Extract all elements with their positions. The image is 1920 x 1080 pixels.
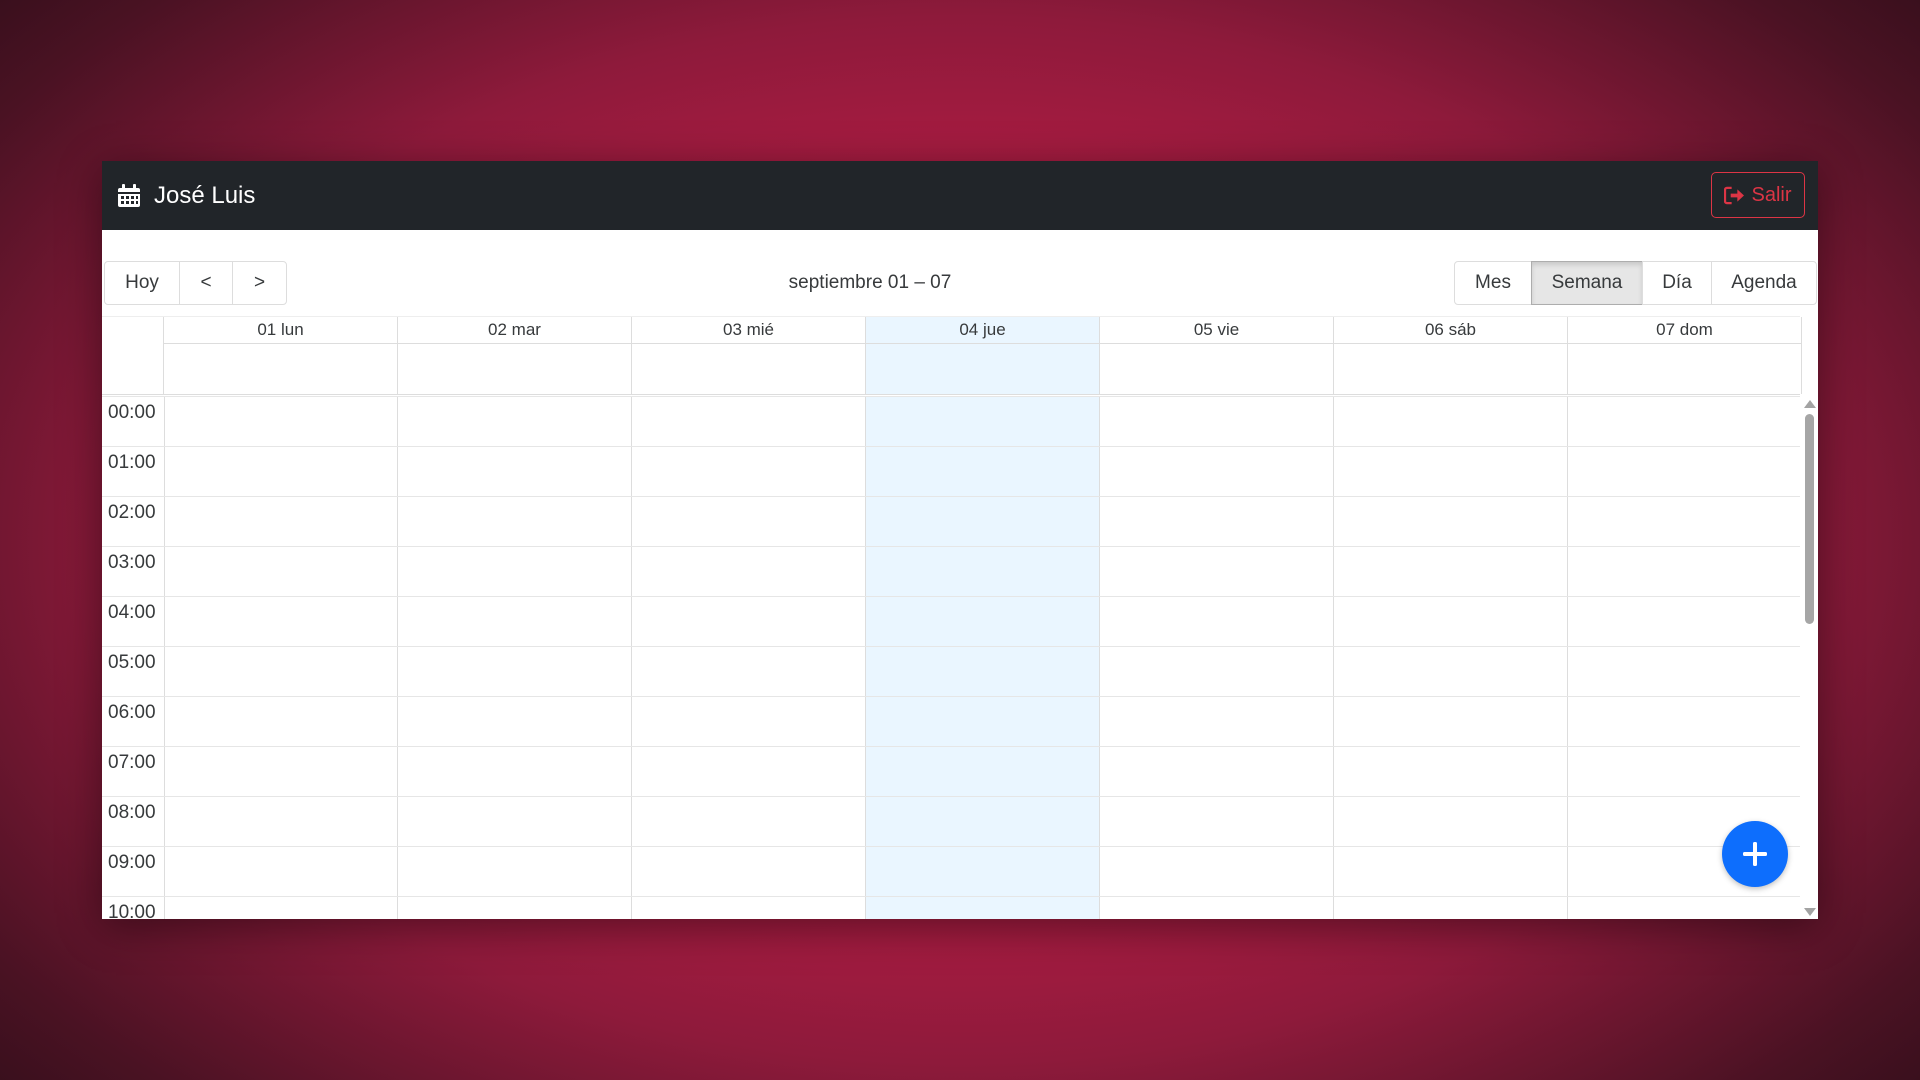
day-header-label: 05 vie xyxy=(1100,317,1333,344)
sign-out-icon xyxy=(1724,186,1745,204)
time-gutter-header xyxy=(102,317,164,394)
day-header-label: 07 dom xyxy=(1568,317,1801,344)
view-week-button[interactable]: Semana xyxy=(1531,261,1643,305)
day-header[interactable]: 05 vie xyxy=(1100,317,1334,394)
day-header-today[interactable]: 04 jue xyxy=(866,317,1100,394)
day-header[interactable]: 06 sáb xyxy=(1334,317,1568,394)
time-slot-row: 01:00 xyxy=(102,446,1800,496)
scrollbar-thumb[interactable] xyxy=(1805,414,1814,624)
view-agenda-button[interactable]: Agenda xyxy=(1711,261,1817,305)
navigation-buttons: Hoy < > xyxy=(104,261,287,305)
time-slot-row: 00:00 xyxy=(102,396,1800,446)
time-label: 01:00 xyxy=(108,452,156,473)
time-slot-row: 06:00 xyxy=(102,696,1800,746)
time-slot-row: 03:00 xyxy=(102,546,1800,596)
time-label: 02:00 xyxy=(108,502,156,523)
view-day-button[interactable]: Día xyxy=(1642,261,1712,305)
next-button[interactable]: > xyxy=(232,261,287,305)
time-label: 09:00 xyxy=(108,852,156,873)
time-grid: 00:00 01:00 02:00 03:00 04:00 05:00 06:0… xyxy=(102,396,1800,919)
time-slot-row: 07:00 xyxy=(102,746,1800,796)
day-header-label: 02 mar xyxy=(398,317,631,344)
time-slot-row: 09:00 xyxy=(102,846,1800,896)
day-header[interactable]: 03 mié xyxy=(632,317,866,394)
view-month-button[interactable]: Mes xyxy=(1454,261,1532,305)
day-header[interactable]: 01 lun xyxy=(164,317,398,394)
calendar-icon xyxy=(116,183,142,209)
vertical-scrollbar[interactable] xyxy=(1800,396,1818,919)
date-range-label: septiembre 01 – 07 xyxy=(788,272,952,293)
day-header[interactable]: 02 mar xyxy=(398,317,632,394)
scroll-up-arrow-icon[interactable] xyxy=(1804,400,1816,408)
logout-label: Salir xyxy=(1751,183,1792,206)
week-header: 01 lun 02 mar 03 mié 04 jue 05 vie 06 sá… xyxy=(102,316,1802,395)
prev-button[interactable]: < xyxy=(179,261,233,305)
scroll-down-arrow-icon[interactable] xyxy=(1804,908,1816,916)
time-slot-row: 02:00 xyxy=(102,496,1800,546)
time-label: 08:00 xyxy=(108,802,156,823)
time-label: 07:00 xyxy=(108,752,156,773)
day-header-label: 03 mié xyxy=(632,317,865,344)
view-switcher: Mes Semana Día Agenda xyxy=(1454,261,1817,305)
time-label: 10:00 xyxy=(108,902,156,919)
day-header[interactable]: 07 dom xyxy=(1568,317,1802,394)
user-name: José Luis xyxy=(154,181,256,209)
time-slot-row: 05:00 xyxy=(102,646,1800,696)
navbar: José Luis Salir xyxy=(102,161,1818,230)
calendar-app: José Luis Salir septiembre 01 – 07 Hoy <… xyxy=(102,161,1818,919)
time-slot-row: 04:00 xyxy=(102,596,1800,646)
logout-button[interactable]: Salir xyxy=(1711,172,1805,218)
day-header-label: 01 lun xyxy=(164,317,397,344)
plus-icon xyxy=(1743,842,1767,866)
calendar-toolbar: septiembre 01 – 07 Hoy < > Mes Semana Dí… xyxy=(102,261,1818,305)
today-button[interactable]: Hoy xyxy=(104,261,180,305)
add-event-button[interactable] xyxy=(1722,821,1788,887)
time-slot-row: 08:00 xyxy=(102,796,1800,846)
time-label: 04:00 xyxy=(108,602,156,623)
day-header-label: 06 sáb xyxy=(1334,317,1567,344)
brand: José Luis xyxy=(116,182,255,210)
time-label: 05:00 xyxy=(108,652,156,673)
time-slot-row: 10:00 xyxy=(102,896,1800,919)
time-label: 06:00 xyxy=(108,702,156,723)
time-label: 03:00 xyxy=(108,552,156,573)
time-label: 00:00 xyxy=(108,402,156,423)
day-header-label: 04 jue xyxy=(866,317,1099,344)
